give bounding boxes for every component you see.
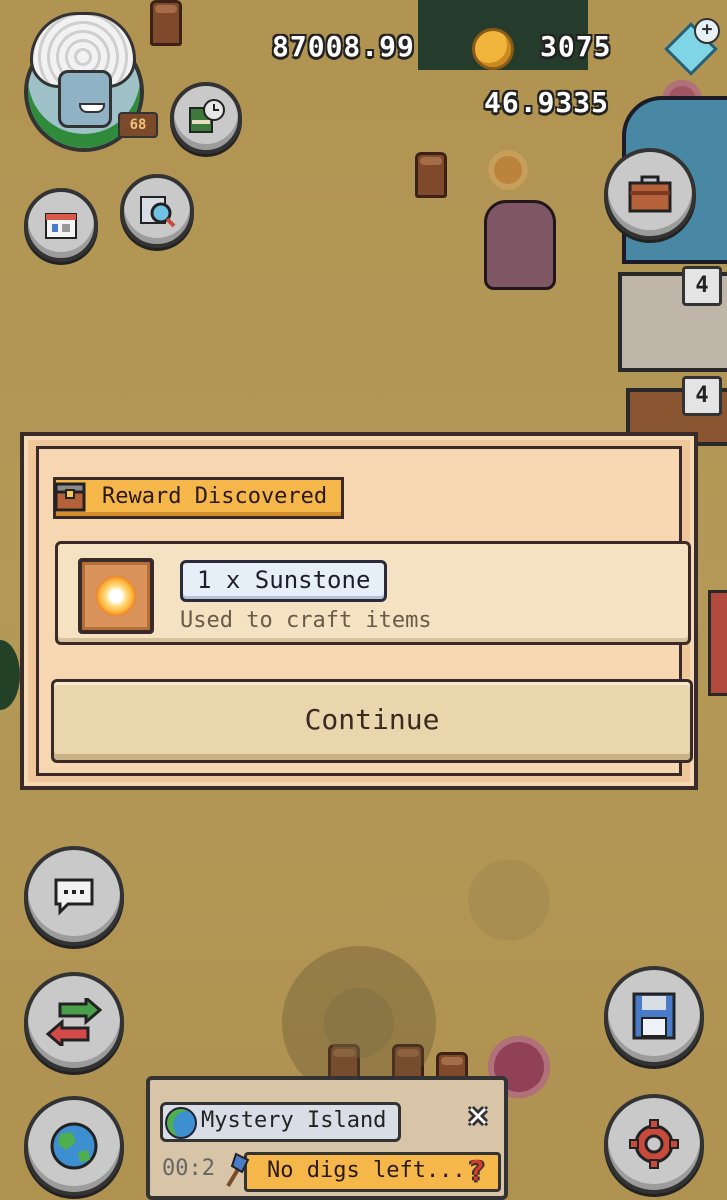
add-gems-icon[interactable]: + [694,18,720,44]
reward-modal: Reward Discovered 1 x Sunstone Used to c… [20,432,698,790]
floppy-disk-icon [632,992,676,1040]
gear-icon [629,1119,679,1169]
item-quantity-label: 1 x Sunstone [180,560,388,602]
reward-modal-panel: Reward Discovered 1 x Sunstone Used to c… [36,446,693,776]
item-description: Used to craft items [180,608,432,633]
level-badge: 68 [118,112,158,138]
globe-icon [165,1107,197,1139]
book-magnifier-icon [140,196,176,228]
player-avatar[interactable] [24,12,144,172]
coin-stack-icon [472,28,514,70]
chat-bubble-icon [54,878,94,916]
island-name: Mystery Island [201,1108,387,1133]
chest-icon [628,175,672,213]
world-map-button[interactable] [24,1096,124,1196]
shovel-icon [226,1152,250,1188]
swap-arrows-icon [46,998,102,1046]
save-button[interactable] [604,966,704,1066]
codex-search-button[interactable] [120,174,194,248]
trade-button[interactable] [24,972,124,1072]
book-clock-icon [189,99,225,133]
crate-count-badge: 4 [682,266,722,306]
treasure-chest-icon [54,482,86,512]
chat-button[interactable] [24,846,124,946]
calendar-button[interactable] [24,188,98,262]
avatar-face [58,70,112,128]
coin-balance: 87008.99 [272,30,415,63]
inventory-button[interactable] [604,148,696,240]
dig-timer: 00:2 [162,1156,215,1181]
island-status-panel: Mystery Island ✕ 00:2 No digs left... ? [146,1076,508,1200]
reward-title: Reward Discovered [102,484,328,509]
calendar-icon [45,213,77,239]
reward-title-tag: Reward Discovered [53,477,345,519]
crate-count-badge: 4 [682,376,722,416]
gem-balance: 3075 [540,30,612,63]
token-balance: 46.9335 [484,86,610,119]
reward-item-card: 1 x Sunstone Used to craft items [55,541,691,645]
sunstone-icon [96,576,136,616]
island-name-pill[interactable]: Mystery Island [160,1102,402,1142]
continue-button[interactable]: Continue [51,679,693,763]
digs-status: No digs left... [244,1152,501,1192]
close-icon[interactable]: ✕ [460,1098,496,1134]
settings-button[interactable] [604,1094,704,1194]
help-icon[interactable]: ? [468,1154,485,1187]
reward-item-frame [78,558,154,634]
delivery-timer-button[interactable] [170,82,242,154]
globe-icon [50,1122,98,1170]
